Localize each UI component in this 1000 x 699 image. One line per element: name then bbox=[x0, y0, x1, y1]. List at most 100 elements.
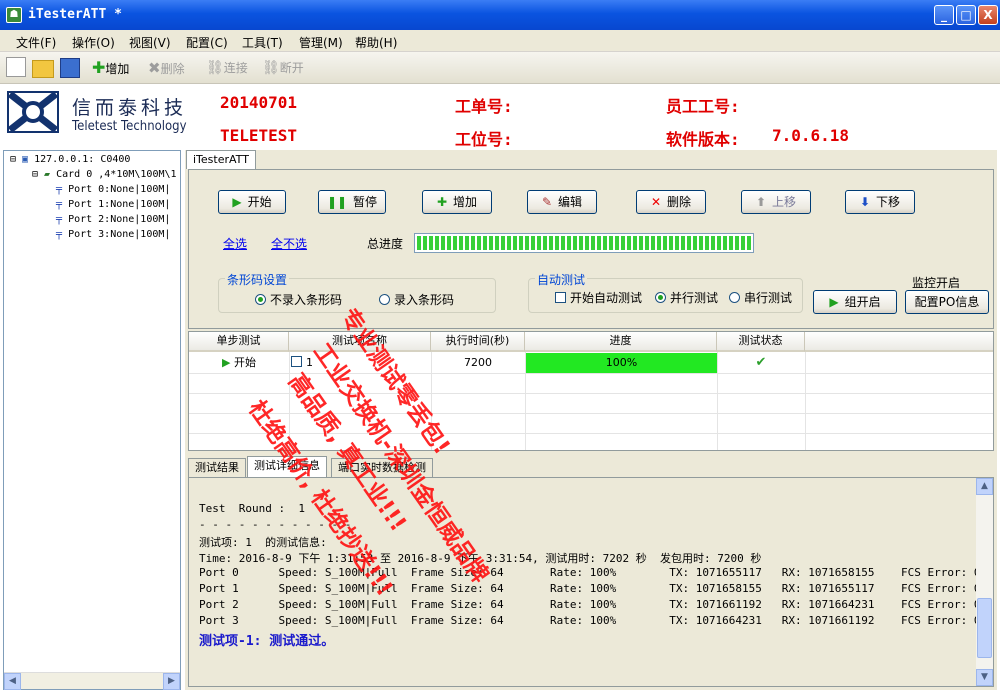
header-panel: 信而泰科技 Teletest Technology 20140701 工单号: … bbox=[0, 84, 1000, 150]
radio-no-barcode[interactable]: 不录入条形码 bbox=[255, 291, 342, 308]
radio-input-barcode[interactable]: 录入条形码 bbox=[379, 291, 454, 308]
edit-button[interactable]: ✎ 编辑 bbox=[527, 190, 597, 214]
progress-segment bbox=[675, 236, 679, 250]
play-icon: ▶ bbox=[829, 295, 839, 309]
tree-port-3[interactable]: ╤ Port 3:None|100M| bbox=[56, 229, 170, 240]
log-line: Port 1 Speed: S_100M|Full Frame Size: 64… bbox=[199, 582, 981, 595]
checkbox-icon[interactable] bbox=[291, 356, 302, 367]
menu-manage[interactable]: 管理(M) bbox=[299, 34, 343, 51]
tree-port-2[interactable]: ╤ Port 2:None|100M| bbox=[56, 214, 170, 225]
pause-button[interactable]: ❚❚ 暂停 bbox=[318, 190, 386, 214]
progress-segment bbox=[603, 236, 607, 250]
version-label: 软件版本: bbox=[666, 130, 740, 149]
date-text: 20140701 bbox=[220, 93, 298, 112]
close-button[interactable]: X bbox=[978, 5, 998, 25]
radio-parallel-test[interactable]: 并行测试 bbox=[655, 289, 718, 306]
scroll-down-icon[interactable]: ▼ bbox=[976, 669, 993, 686]
tree-card[interactable]: ⊟ ▰ Card 0 ,4*10M\100M\1 bbox=[32, 169, 177, 180]
select-all-link[interactable]: 全选 bbox=[223, 235, 247, 252]
employee-id-label: 员工工号: bbox=[666, 97, 740, 116]
tree-port-0[interactable]: ╤ Port 0:None|100M| bbox=[56, 184, 170, 195]
port-icon: ╤ bbox=[56, 199, 63, 210]
progress-segment bbox=[543, 236, 547, 250]
minimize-button[interactable]: _ bbox=[934, 5, 954, 25]
play-icon: ▶ bbox=[232, 195, 242, 209]
row-time-cell: 7200 bbox=[464, 356, 492, 369]
progress-segment bbox=[525, 236, 529, 250]
title-bar[interactable]: ☗ iTesterATT * _ □ X bbox=[0, 0, 1000, 30]
disconnect-tool-button[interactable]: ⛓断开 bbox=[262, 58, 304, 80]
row-step-start-button[interactable]: ▶ 开始 bbox=[209, 353, 269, 373]
open-folder-icon[interactable] bbox=[32, 60, 54, 78]
progress-segment bbox=[537, 236, 541, 250]
new-file-icon[interactable] bbox=[6, 57, 26, 77]
tree-root[interactable]: ⊟ ▣ 127.0.0.1: C0400 bbox=[10, 154, 130, 165]
logo-cn-text: 信而泰科技 bbox=[72, 97, 188, 119]
column-header[interactable]: 进度 bbox=[525, 332, 717, 352]
menu-config[interactable]: 配置(C) bbox=[186, 34, 228, 51]
play-icon: ▶ bbox=[222, 356, 231, 369]
tree-port-1[interactable]: ╤ Port 1:None|100M| bbox=[56, 199, 170, 210]
column-header[interactable]: 单步测试 bbox=[189, 332, 289, 352]
add-tool-button[interactable]: ✚增加 bbox=[92, 58, 129, 80]
menu-help[interactable]: 帮助(H) bbox=[355, 34, 397, 51]
column-header[interactable]: 执行时间(秒) bbox=[431, 332, 525, 352]
progress-segment bbox=[729, 236, 733, 250]
progress-segment bbox=[465, 236, 469, 250]
maximize-button[interactable]: □ bbox=[956, 5, 976, 25]
save-icon[interactable] bbox=[60, 58, 80, 78]
radio-icon bbox=[379, 294, 390, 305]
device-tree-pane[interactable]: ⊟ ▣ 127.0.0.1: C0400 ⊟ ▰ Card 0 ,4*10M\1… bbox=[3, 150, 181, 690]
select-none-link[interactable]: 全不选 bbox=[271, 235, 307, 252]
progress-segment bbox=[651, 236, 655, 250]
start-button[interactable]: ▶ 开始 bbox=[218, 190, 286, 214]
tab-test-result[interactable]: 测试结果 bbox=[188, 458, 246, 477]
progress-segment bbox=[657, 236, 661, 250]
port-icon: ╤ bbox=[56, 229, 63, 240]
progress-segment bbox=[699, 236, 703, 250]
arrow-down-icon: ⬇ bbox=[859, 195, 871, 209]
move-up-button[interactable]: ⬆ 上移 bbox=[741, 190, 811, 214]
progress-segment bbox=[549, 236, 553, 250]
progress-segment bbox=[519, 236, 523, 250]
log-line: Port 2 Speed: S_100M|Full Frame Size: 64… bbox=[199, 598, 981, 611]
card-icon: ▰ bbox=[44, 169, 51, 180]
log-vertical-scrollbar[interactable]: ▲ ▼ bbox=[976, 478, 993, 686]
logo-en-text: Teletest Technology bbox=[72, 119, 187, 134]
scroll-thumb[interactable] bbox=[977, 598, 992, 658]
menu-tools[interactable]: 工具(T) bbox=[242, 34, 283, 51]
test-output-log[interactable]: Test Round : 1 - - - - - - - - - - - - 测… bbox=[188, 477, 994, 687]
delete-tool-button[interactable]: ✖删除 bbox=[148, 58, 185, 80]
menu-operate[interactable]: 操作(O) bbox=[72, 34, 115, 51]
tab-itesteratt[interactable]: iTesterATT bbox=[186, 150, 256, 169]
scroll-left-icon[interactable]: ◀ bbox=[4, 673, 21, 690]
scroll-right-icon[interactable]: ▶ bbox=[163, 673, 180, 690]
radio-serial-test[interactable]: 串行测试 bbox=[729, 289, 792, 306]
progress-segment bbox=[489, 236, 493, 250]
log-line: Port 3 Speed: S_100M|Full Frame Size: 64… bbox=[199, 614, 981, 627]
delete-x-icon: ✖ bbox=[148, 59, 161, 77]
radio-icon bbox=[729, 292, 740, 303]
delete-x-icon: ✕ bbox=[650, 195, 662, 209]
progress-segment bbox=[639, 236, 643, 250]
move-down-button[interactable]: ⬇ 下移 bbox=[845, 190, 915, 214]
column-header[interactable]: 测试状态 bbox=[717, 332, 805, 352]
progress-segment bbox=[717, 236, 721, 250]
station-label: 工位号: bbox=[455, 130, 513, 149]
add-button[interactable]: ✚ 增加 bbox=[422, 190, 492, 214]
test-pass-message: 测试项-1: 测试通过。 bbox=[199, 634, 335, 649]
version-value: 7.0.6.18 bbox=[772, 126, 850, 145]
scroll-up-icon[interactable]: ▲ bbox=[976, 478, 993, 495]
group-start-button[interactable]: ▶ 组开启 bbox=[813, 290, 897, 314]
connect-icon: ⛓ bbox=[206, 60, 224, 76]
connect-tool-button[interactable]: ⛓连接 bbox=[206, 58, 248, 80]
radio-icon bbox=[655, 292, 666, 303]
progress-segment bbox=[621, 236, 625, 250]
menu-view[interactable]: 视图(V) bbox=[129, 34, 171, 51]
delete-button[interactable]: ✕ 删除 bbox=[636, 190, 706, 214]
tree-horizontal-scrollbar[interactable]: ◀ ▶ bbox=[4, 672, 180, 690]
auto-test-group: 自动测试 开始自动测试 并行测试 串行测试 bbox=[528, 271, 803, 313]
start-auto-test-checkbox[interactable]: 开始自动测试 bbox=[555, 289, 642, 306]
config-po-button[interactable]: 配置PO信息 bbox=[905, 290, 989, 314]
menu-file[interactable]: 文件(F) bbox=[16, 34, 56, 51]
